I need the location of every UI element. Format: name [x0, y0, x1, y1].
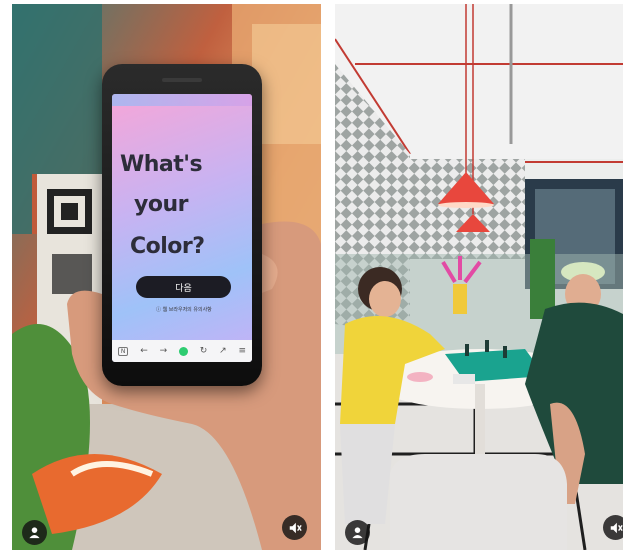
mute-button-left[interactable] [282, 515, 307, 540]
user-icon [29, 527, 40, 539]
mute-icon [289, 522, 302, 533]
smartphone: What's your Color? 다음 ⓘ 웹 브라우저의 유의사항 N ←… [102, 64, 262, 386]
user-icon [352, 527, 363, 539]
back-icon[interactable]: ← [140, 346, 148, 356]
mute-icon [610, 522, 623, 533]
tabs-button[interactable]: N [117, 346, 129, 356]
profile-button-right[interactable] [345, 520, 370, 545]
home-icon[interactable] [178, 346, 188, 356]
phone-speaker [162, 78, 202, 82]
status-bar [112, 94, 252, 106]
next-button[interactable]: 다음 [136, 276, 231, 298]
share-icon[interactable]: ↗ [219, 346, 227, 356]
video-card-left[interactable]: What's your Color? 다음 ⓘ 웹 브라우저의 유의사항 N ←… [12, 4, 321, 550]
refresh-icon[interactable]: ↻ [200, 346, 208, 356]
menu-icon[interactable]: ≡ [238, 346, 246, 356]
background-scene-right [335, 4, 623, 550]
forward-icon[interactable]: → [160, 346, 168, 356]
headline-line-2: your [134, 192, 188, 217]
video-card-right[interactable] [335, 4, 623, 550]
browser-toolbar: N ← → ↻ ↗ ≡ [112, 340, 252, 362]
headline-line-3: Color? [130, 234, 205, 259]
phone-screen: What's your Color? 다음 ⓘ 웹 브라우저의 유의사항 N ←… [112, 94, 252, 362]
mute-button-right[interactable] [603, 515, 623, 540]
notice-text: ⓘ 웹 브라우저의 유의사항 [156, 307, 212, 313]
headline-line-1: What's [120, 152, 203, 177]
profile-button-left[interactable] [22, 520, 47, 545]
